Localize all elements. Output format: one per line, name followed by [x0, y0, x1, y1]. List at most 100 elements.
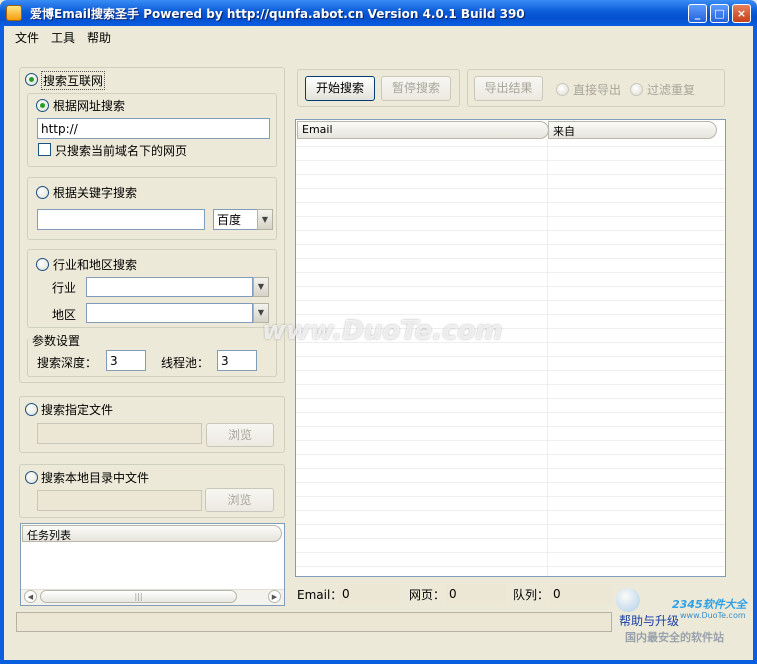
scroll-right-icon[interactable]: ▶ — [268, 590, 281, 603]
results-row-line — [296, 146, 725, 147]
app-icon — [6, 5, 22, 21]
results-row-line — [296, 538, 725, 539]
results-row-line — [296, 356, 725, 357]
status-email-value: 0 — [339, 584, 401, 604]
column-divider — [547, 140, 548, 576]
status-pages-value: 0 — [446, 584, 506, 604]
results-row-line — [296, 174, 725, 175]
scroll-left-icon[interactable]: ◀ — [24, 590, 37, 603]
watermark-text: www.DuoTe.com — [262, 316, 503, 346]
minimize-button[interactable]: _ — [688, 4, 707, 23]
by-keyword-radio[interactable] — [36, 186, 49, 199]
menu-tools[interactable]: 工具 — [51, 29, 75, 46]
results-row-line — [296, 454, 725, 455]
watermark-logo: 2345软件大全 — [672, 598, 747, 611]
engine-select[interactable]: 百度 — [213, 209, 258, 230]
by-industry-radio[interactable] — [36, 258, 49, 271]
column-email[interactable]: Email — [297, 121, 549, 139]
watermark-slogan: 国内最安全的软件站 — [625, 631, 724, 644]
threads-label: 线程池： — [161, 356, 210, 370]
industry-select[interactable] — [86, 277, 253, 297]
results-row-line — [296, 258, 725, 259]
status-email-label: Email： — [297, 588, 343, 602]
results-list[interactable] — [295, 119, 726, 577]
results-row-line — [296, 160, 725, 161]
start-search-button[interactable]: 开始搜索 — [305, 76, 375, 101]
threads-input[interactable]: 3 — [217, 350, 257, 371]
url-input[interactable]: http:// — [37, 118, 270, 139]
search-dir-label[interactable]: 搜索本地目录中文件 — [41, 469, 149, 486]
results-row-line — [296, 300, 725, 301]
direct-export-radio[interactable] — [556, 83, 569, 96]
depth-input[interactable]: 3 — [106, 350, 146, 371]
menu-file[interactable]: 文件 — [15, 29, 39, 46]
industry-label: 行业 — [52, 281, 77, 295]
results-row-line — [296, 272, 725, 273]
file-path-input[interactable] — [37, 423, 202, 444]
results-row-line — [296, 216, 725, 217]
region-label: 地区 — [52, 308, 77, 322]
results-row-line — [296, 244, 725, 245]
results-row-line — [296, 482, 725, 483]
results-row-line — [296, 566, 725, 567]
logo-mascot-icon — [616, 588, 640, 612]
window-title: 爱博Email搜索圣手 Powered by http://qunfa.abot… — [30, 7, 525, 21]
watermark-logo-url: www.DuoTe.com — [680, 611, 746, 620]
results-row-line — [296, 188, 725, 189]
results-row-line — [296, 230, 725, 231]
direct-export-label[interactable]: 直接导出 — [573, 81, 621, 98]
results-row-line — [296, 440, 725, 441]
industry-dropdown-icon[interactable]: ▼ — [253, 277, 269, 297]
help-upgrade-link[interactable]: 帮助与升级 — [619, 612, 679, 629]
dir-path-input[interactable] — [37, 490, 202, 511]
status-pages-label: 网页： — [409, 588, 446, 602]
export-results-button[interactable]: 导出结果 — [474, 76, 543, 101]
close-button[interactable]: × — [732, 4, 751, 23]
search-internet-label[interactable]: 搜索互联网 — [41, 71, 106, 90]
by-industry-label[interactable]: 行业和地区搜索 — [53, 256, 137, 273]
filter-dup-radio[interactable] — [630, 83, 643, 96]
browse-dir-button[interactable]: 浏览 — [205, 488, 274, 512]
status-queue-label: 队列： — [513, 588, 550, 602]
search-dir-radio[interactable] — [25, 471, 38, 484]
filter-dup-label[interactable]: 过滤重复 — [647, 81, 695, 98]
scroll-thumb[interactable]: ||| — [40, 590, 237, 603]
domain-only-checkbox[interactable] — [38, 143, 51, 156]
results-row-line — [296, 370, 725, 371]
results-row-line — [296, 468, 725, 469]
menu-help[interactable]: 帮助 — [87, 29, 111, 46]
results-row-line — [296, 496, 725, 497]
maximize-button[interactable]: □ — [710, 4, 729, 23]
params-title: 参数设置 — [30, 332, 83, 349]
results-row-line — [296, 412, 725, 413]
by-keyword-label[interactable]: 根据关键字搜索 — [53, 184, 137, 201]
search-file-label[interactable]: 搜索指定文件 — [41, 401, 113, 418]
depth-label: 搜索深度： — [37, 356, 98, 370]
search-internet-radio[interactable] — [25, 73, 38, 86]
by-url-label[interactable]: 根据网址搜索 — [53, 97, 125, 114]
browse-file-button[interactable]: 浏览 — [206, 423, 274, 447]
domain-only-label[interactable]: 只搜索当前域名下的网页 — [55, 142, 187, 159]
results-row-line — [296, 552, 725, 553]
task-list-header[interactable]: 任务列表 — [22, 525, 282, 542]
results-row-line — [296, 286, 725, 287]
region-select[interactable] — [86, 303, 253, 323]
keyword-input[interactable] — [37, 209, 205, 230]
results-row-line — [296, 524, 725, 525]
results-row-line — [296, 314, 725, 315]
pause-search-button[interactable]: 暂停搜索 — [381, 76, 451, 101]
progress-bar — [16, 612, 612, 632]
column-source[interactable]: 来自 — [548, 121, 717, 139]
search-file-radio[interactable] — [25, 403, 38, 416]
window-frame-right — [753, 26, 757, 664]
results-row-line — [296, 426, 725, 427]
menu-bar — [4, 26, 753, 48]
results-row-line — [296, 510, 725, 511]
results-row-line — [296, 384, 725, 385]
by-url-radio[interactable] — [36, 99, 49, 112]
results-row-line — [296, 202, 725, 203]
status-queue-value: 0 — [550, 584, 612, 604]
window-frame-left — [0, 26, 4, 664]
engine-dropdown-icon[interactable]: ▼ — [257, 209, 273, 230]
window-frame-bottom — [0, 660, 757, 664]
